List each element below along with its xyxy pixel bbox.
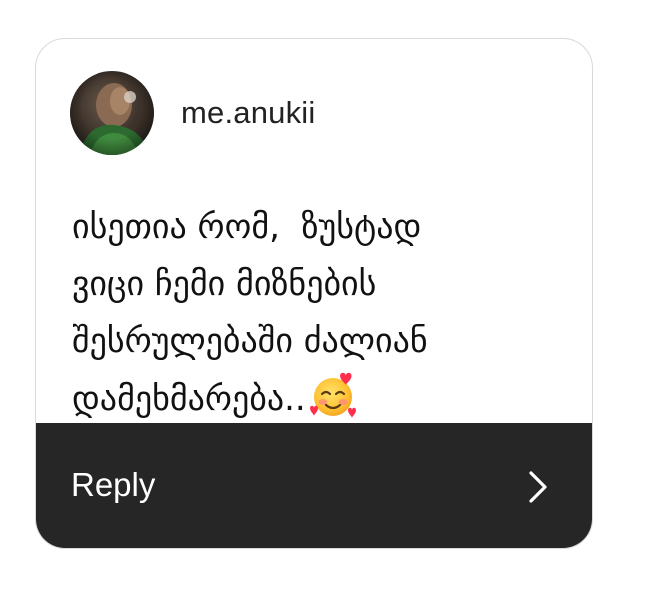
- message-text: ისეთია რომ, ზუსტად ვიცი ჩემი მიზნების შე…: [72, 199, 572, 428]
- message-line-4: დამეხმარება..: [72, 379, 306, 419]
- message-card: me.anukii ისეთია რომ, ზუსტად ვიცი ჩემი მ…: [35, 38, 593, 549]
- username[interactable]: me.anukii: [181, 95, 315, 131]
- smiling-face-with-hearts-icon: [308, 370, 358, 420]
- profile-photo-icon: [70, 71, 154, 155]
- message-header: me.anukii: [36, 39, 592, 189]
- reply-button[interactable]: Reply: [71, 466, 155, 504]
- reply-bar[interactable]: Reply: [36, 423, 592, 548]
- message-line-2: ვიცი ჩემი მიზნების: [72, 264, 377, 304]
- message-line-1: ისეთია რომ, ზუსტად: [72, 207, 422, 247]
- message-line-3: შესრულებაში ძალიან: [72, 321, 428, 361]
- avatar[interactable]: [70, 71, 154, 155]
- chevron-right-icon[interactable]: [526, 470, 550, 504]
